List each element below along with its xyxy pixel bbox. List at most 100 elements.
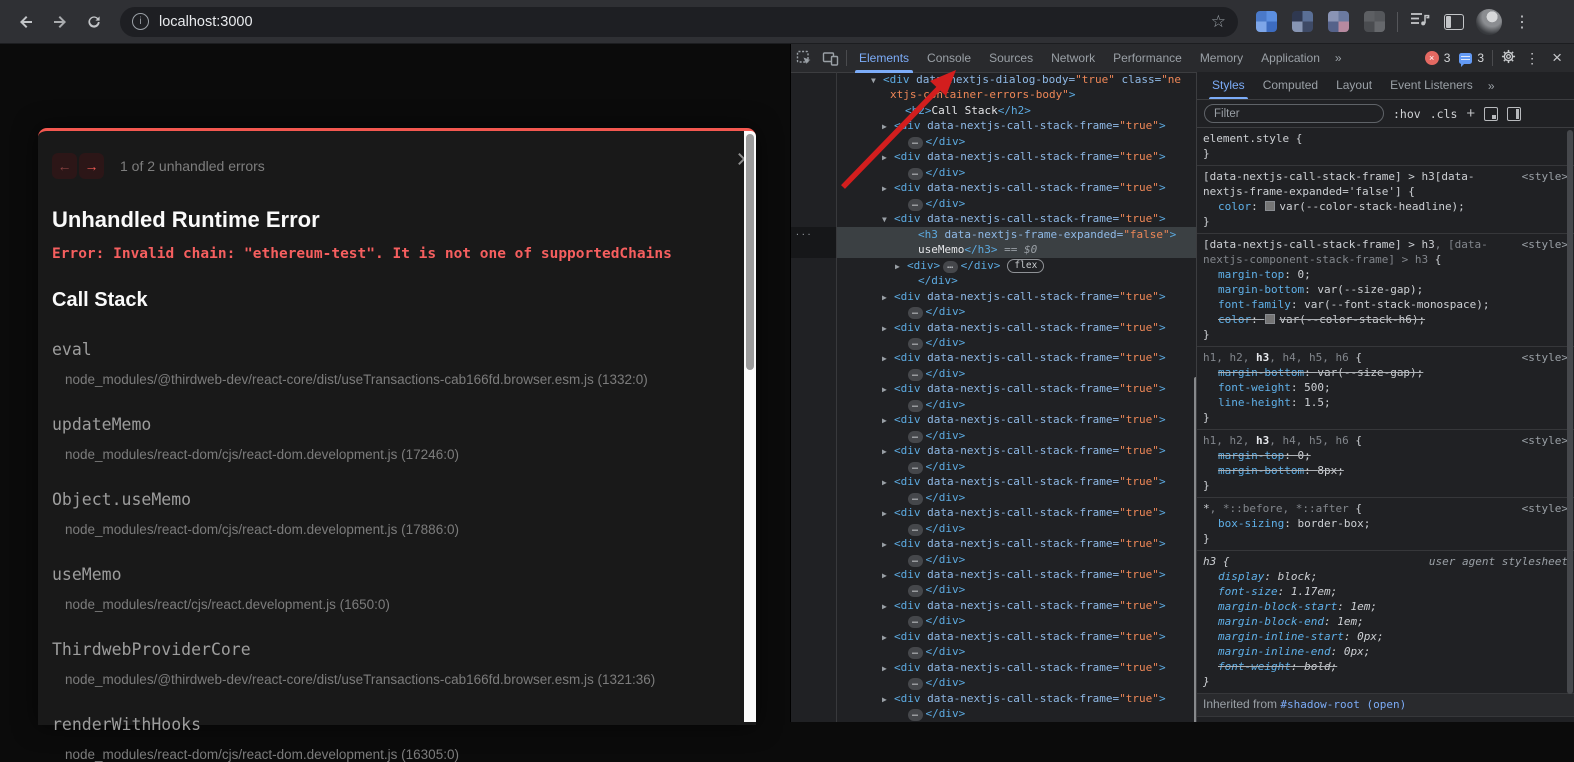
dom-tree-line[interactable]: ▶<div data-nextjs-call-stack-frame="true…: [791, 381, 1197, 396]
css-declaration[interactable]: margin-top: 0;: [1203, 267, 1568, 282]
dom-tree-line[interactable]: …</div>: [791, 490, 1197, 505]
dom-tree-line[interactable]: ▶<div data-nextjs-call-stack-frame="true…: [791, 412, 1197, 427]
dom-tree-line[interactable]: …</div>: [791, 459, 1197, 474]
dom-tree-line[interactable]: …</div>: [791, 675, 1197, 690]
css-rule[interactable]: <style>h1, h2, h3, h4, h5, h6 {margin-bo…: [1197, 347, 1574, 430]
extension-icon-4[interactable]: [1364, 11, 1385, 32]
dom-tree-line[interactable]: ▶<div data-nextjs-call-stack-frame="true…: [791, 320, 1197, 335]
devtools-tab-elements[interactable]: Elements: [850, 44, 918, 72]
dom-tree-line[interactable]: …</div>: [791, 644, 1197, 659]
css-declaration[interactable]: margin-top: 0;: [1203, 448, 1568, 463]
styles-tab-layout[interactable]: Layout: [1327, 72, 1381, 99]
omnibox[interactable]: i localhost:3000 ☆: [120, 7, 1238, 37]
css-declaration[interactable]: font-size: 1.17em;: [1203, 584, 1568, 599]
dom-tree-line[interactable]: <h2>Call Stack</h2>: [791, 103, 1197, 118]
browser-menu-icon[interactable]: ⋮: [1514, 12, 1530, 32]
css-declaration[interactable]: display: block;: [1203, 569, 1568, 584]
dom-tree-line[interactable]: ▶<div data-nextjs-call-stack-frame="true…: [791, 350, 1197, 365]
css-rule[interactable]: user agent stylesheeth3 {display: block;…: [1197, 551, 1574, 694]
css-declaration[interactable]: margin-inline-start: 0px;: [1203, 629, 1568, 644]
dom-tree-line[interactable]: </div>: [791, 273, 1197, 288]
toggle-classes[interactable]: .cls: [1430, 107, 1458, 121]
css-rule[interactable]: <style>h1, h2, h3, h4, h5, h6 {margin-to…: [1197, 430, 1574, 498]
styles-more-tabs-icon[interactable]: »: [1482, 79, 1501, 93]
back-button[interactable]: [10, 6, 42, 38]
side-panel-icon[interactable]: [1444, 14, 1464, 30]
forward-button[interactable]: [44, 6, 76, 38]
color-swatch[interactable]: [1265, 314, 1275, 324]
device-toolbar-button[interactable]: [817, 44, 843, 72]
dom-tree-line[interactable]: …</div>: [791, 582, 1197, 597]
extension-icon-2[interactable]: [1292, 11, 1313, 32]
console-error-badge[interactable]: ×: [1425, 51, 1439, 65]
more-tabs-icon[interactable]: »: [1329, 51, 1348, 65]
css-declaration[interactable]: font-weight: 500;: [1203, 380, 1568, 395]
dom-tree-line[interactable]: ▶<div data-nextjs-call-stack-frame="true…: [791, 149, 1197, 164]
css-declaration[interactable]: line-height: 1.5;: [1203, 395, 1568, 410]
css-declaration[interactable]: color: var(--color-stack-h6);: [1203, 312, 1568, 327]
media-control-button[interactable]: [1410, 11, 1430, 32]
dom-tree-line[interactable]: ▶<div data-nextjs-call-stack-frame="true…: [791, 567, 1197, 582]
devtools-tab-console[interactable]: Console: [918, 44, 980, 72]
extension-icon-1[interactable]: [1256, 11, 1277, 32]
styles-tab-computed[interactable]: Computed: [1254, 72, 1327, 99]
dom-tree-line[interactable]: …</div>: [791, 366, 1197, 381]
styles-tab-event-listeners[interactable]: Event Listeners: [1381, 72, 1482, 99]
dom-tree-line[interactable]: …</div>: [791, 196, 1197, 211]
dom-tree-line[interactable]: …</div>: [791, 335, 1197, 350]
css-declaration[interactable]: font-weight: bold;: [1203, 659, 1568, 674]
profile-avatar[interactable]: [1476, 9, 1502, 35]
shadow-root-link[interactable]: #shadow-root (open): [1280, 698, 1406, 711]
devtools-menu-icon[interactable]: ⋮: [1521, 50, 1543, 67]
devtools-tab-sources[interactable]: Sources: [980, 44, 1042, 72]
dom-tree-line[interactable]: ▶<div data-nextjs-call-stack-frame="true…: [791, 289, 1197, 304]
css-declaration[interactable]: color: var(--color-stack-headline);: [1203, 199, 1568, 214]
devtools-tab-network[interactable]: Network: [1042, 44, 1104, 72]
dom-tree-line[interactable]: ▼<div data-nextjs-call-stack-frame="true…: [791, 211, 1197, 226]
issues-icon[interactable]: [1459, 53, 1472, 64]
dom-tree-line[interactable]: ▶<div data-nextjs-call-stack-frame="true…: [791, 180, 1197, 195]
css-rule[interactable]: <style>[data-nextjs-call-stack-frame] > …: [1197, 234, 1574, 347]
dom-tree-line[interactable]: ▶<div data-nextjs-call-stack-frame="true…: [791, 443, 1197, 458]
styles-filter-input[interactable]: [1204, 104, 1384, 123]
dialog-scrollbar-thumb[interactable]: [746, 134, 754, 370]
css-declaration[interactable]: margin-block-end: 1em;: [1203, 614, 1568, 629]
toggle-hover-state[interactable]: :hov: [1393, 107, 1421, 121]
flex-badge[interactable]: flex: [1007, 259, 1044, 273]
devtools-close-icon[interactable]: ×: [1548, 48, 1570, 68]
color-swatch[interactable]: [1265, 201, 1275, 211]
sidebar-toggle-icon[interactable]: [1507, 107, 1521, 121]
devtools-tab-application[interactable]: Application: [1252, 44, 1329, 72]
css-declaration[interactable]: margin-bottom: var(--size-gap);: [1203, 282, 1568, 297]
url-text[interactable]: localhost:3000: [159, 14, 1211, 30]
dom-tree-line[interactable]: ▶<div data-nextjs-call-stack-frame="true…: [791, 536, 1197, 551]
bookmark-star-icon[interactable]: ☆: [1211, 12, 1226, 32]
css-rule[interactable]: <style>@media (prefers-color-scheme: dar…: [1197, 717, 1574, 722]
dom-tree-line[interactable]: …</div>: [791, 134, 1197, 149]
css-rule[interactable]: element.style {}: [1197, 128, 1574, 166]
computed-styles-icon[interactable]: [1484, 107, 1498, 121]
css-declaration[interactable]: box-sizing: border-box;: [1203, 516, 1568, 531]
dom-tree-line[interactable]: ▶<div data-nextjs-call-stack-frame="true…: [791, 118, 1197, 133]
extension-icon-3[interactable]: [1328, 11, 1349, 32]
dom-tree-line[interactable]: ▶<div data-nextjs-call-stack-frame="true…: [791, 660, 1197, 675]
dom-tree-line[interactable]: ▶<div data-nextjs-call-stack-frame="true…: [791, 474, 1197, 489]
reload-button[interactable]: [78, 6, 110, 38]
css-declaration[interactable]: margin-inline-end: 0px;: [1203, 644, 1568, 659]
devtools-tab-memory[interactable]: Memory: [1191, 44, 1252, 72]
css-declaration[interactable]: font-family: var(--font-stack-monospace)…: [1203, 297, 1568, 312]
dom-tree-line[interactable]: …</div>: [791, 552, 1197, 567]
css-rule[interactable]: <style>*, *::before, *::after {box-sizin…: [1197, 498, 1574, 551]
dom-tree-line[interactable]: …</div>: [791, 397, 1197, 412]
settings-gear-icon[interactable]: [1501, 49, 1516, 67]
devtools-tab-performance[interactable]: Performance: [1104, 44, 1191, 72]
dom-tree-line[interactable]: …</div>: [791, 165, 1197, 180]
dom-tree-line[interactable]: …</div>: [791, 428, 1197, 443]
dom-tree-line[interactable]: useMemo</h3> == $0: [791, 242, 1197, 257]
new-style-rule-button[interactable]: +: [1466, 106, 1475, 121]
css-rule[interactable]: <style>[data-nextjs-call-stack-frame] > …: [1197, 166, 1574, 234]
css-declaration[interactable]: margin-block-start: 1em;: [1203, 599, 1568, 614]
dom-tree-line[interactable]: …</div>: [791, 521, 1197, 536]
dom-tree-line[interactable]: …</div>: [791, 706, 1197, 721]
styles-scrollbar-thumb[interactable]: [1567, 130, 1573, 694]
